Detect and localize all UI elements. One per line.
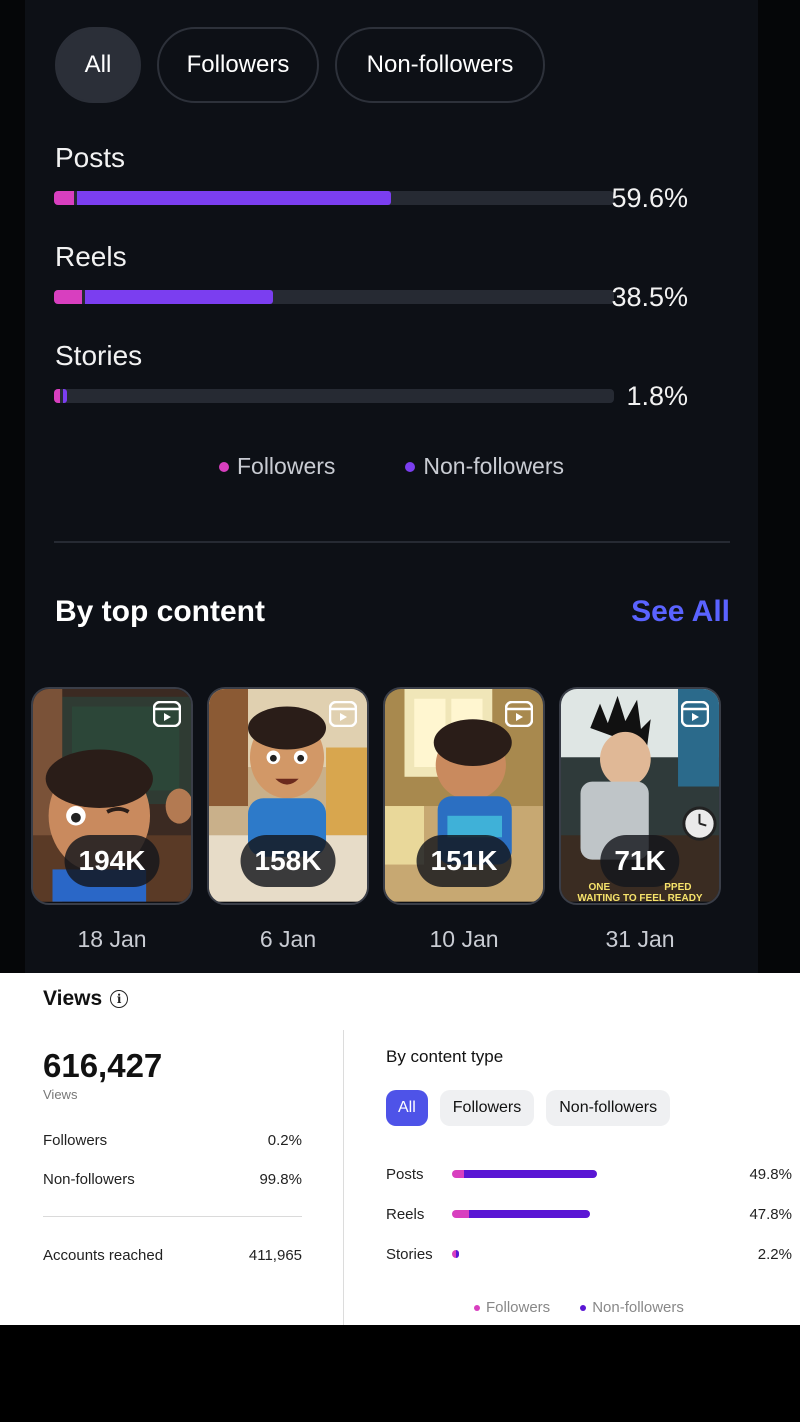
bar-posts-followers xyxy=(54,191,74,205)
top-content-item[interactable]: 151K xyxy=(383,687,545,905)
bar-stories xyxy=(54,389,614,403)
accounts-reached-label: Accounts reached xyxy=(43,1247,164,1264)
tab-all[interactable]: All xyxy=(386,1090,428,1126)
breakdown-label: Non-followers xyxy=(43,1171,135,1188)
legend-non-followers: Non-followers xyxy=(405,453,564,480)
non-followers-dot-icon xyxy=(580,1304,587,1311)
content-type-percent-posts: 49.8% xyxy=(749,1166,792,1183)
tab-non-followers[interactable]: Non-followers xyxy=(546,1090,671,1126)
content-date: 6 Jan xyxy=(259,926,317,952)
content-type-percent-stories: 2.2% xyxy=(757,1246,792,1263)
content-type-filter-tabs: All Followers Non-followers xyxy=(386,1090,671,1126)
content-type-label-reels: Reels xyxy=(386,1206,425,1223)
bar-posts-non-followers xyxy=(77,191,391,205)
top-content-item[interactable]: 194K xyxy=(31,687,193,905)
views-badge: 194K xyxy=(64,835,160,887)
tab-followers[interactable]: Followers xyxy=(157,27,319,103)
legend-followers: Followers xyxy=(474,1299,550,1316)
content-date: 31 Jan xyxy=(605,926,675,952)
top-content-dates: 18 Jan 6 Jan 10 Jan 31 Jan xyxy=(31,926,721,953)
reel-icon xyxy=(505,701,533,727)
section-title: By top content xyxy=(55,595,265,628)
non-followers-dot-icon xyxy=(405,461,416,472)
thumbnail-caption-line-2: WAITING TO FEEL READY xyxy=(577,893,703,904)
ct-bar-posts-non-followers xyxy=(464,1170,597,1178)
divider xyxy=(43,1216,302,1217)
metric-percent-posts: 59.6% xyxy=(611,183,688,213)
top-content-item[interactable]: 158K xyxy=(207,687,369,905)
see-all-link[interactable]: See All xyxy=(631,595,730,629)
legend-non-followers-label: Non-followers xyxy=(592,1299,684,1316)
accounts-reached-row: Accounts reached 411,965 xyxy=(43,1247,302,1264)
content-date: 10 Jan xyxy=(429,926,499,952)
breakdown-label: Followers xyxy=(43,1132,108,1149)
ct-bar-reels-followers xyxy=(452,1210,469,1218)
by-content-type-title: By content type xyxy=(386,1047,504,1066)
reel-icon xyxy=(681,701,709,727)
info-icon[interactable]: i xyxy=(110,990,129,1008)
content-date: 18 Jan xyxy=(77,926,147,952)
breakdown-row-followers: Followers 0.2% xyxy=(43,1132,302,1149)
views-summary-panel: Views i 616,427 Views Followers 0.2% Non… xyxy=(0,973,800,1325)
bar-reels xyxy=(54,290,614,304)
views-badge: 151K xyxy=(416,835,512,887)
thumbnail-caption-line-1: ONE ⠀⠀⠀⠀⠀⠀⠀PPED xyxy=(588,882,692,893)
views-badge: 158K xyxy=(240,835,336,887)
top-content-item[interactable]: 71K ONE ⠀⠀⠀⠀⠀⠀⠀PPED WAITING TO FEEL READ… xyxy=(559,687,721,905)
accounts-reached-value: 411,965 xyxy=(248,1247,302,1264)
ct-bar-stories-non-followers xyxy=(456,1250,459,1258)
thumbnail-caption: ONE ⠀⠀⠀⠀⠀⠀⠀PPED WAITING TO FEEL READY xyxy=(561,882,719,904)
legend-followers-label: Followers xyxy=(236,453,336,479)
legend-non-followers: Non-followers xyxy=(580,1299,684,1316)
legend-non-followers-label: Non-followers xyxy=(423,453,565,479)
breakdown-value: 0.2% xyxy=(267,1132,302,1149)
views-heading: Views i xyxy=(43,987,129,1011)
metric-percent-reels: 38.5% xyxy=(611,282,688,312)
reel-icon xyxy=(153,701,181,727)
ct-bar-posts-followers xyxy=(452,1170,464,1178)
bar-stories-non-followers xyxy=(63,389,67,403)
views-badge: 71K xyxy=(600,835,680,887)
bar-posts xyxy=(54,191,614,205)
top-insights-panel: All Followers Non-followers Posts 59.6% … xyxy=(0,0,800,973)
reel-icon xyxy=(329,701,357,727)
tab-followers[interactable]: Followers xyxy=(439,1090,535,1126)
metric-label-reels: Reels xyxy=(55,241,127,272)
metric-label-stories: Stories xyxy=(55,340,143,371)
tab-all[interactable]: All xyxy=(55,27,141,103)
breakdown-row-non-followers: Non-followers 99.8% xyxy=(43,1171,302,1188)
divider xyxy=(54,541,730,543)
followers-dot-icon xyxy=(474,1304,480,1311)
bar-reels-non-followers xyxy=(85,290,273,304)
legend: Followers Non-followers xyxy=(474,1299,684,1316)
views-title: Views xyxy=(43,987,103,1010)
total-views-label: Views xyxy=(43,1087,78,1102)
metric-percent-stories: 1.8% xyxy=(626,381,688,411)
column-divider xyxy=(343,1030,344,1325)
followers-dot-icon xyxy=(218,461,229,472)
bar-stories-followers xyxy=(54,389,60,403)
ct-bar-reels-non-followers xyxy=(469,1210,590,1218)
top-content-list: 194K 158K 151K 71K ONE ⠀⠀⠀⠀⠀⠀⠀PPED WAITI… xyxy=(31,687,721,905)
legend-followers-label: Followers xyxy=(486,1299,551,1316)
breakdown-value: 99.8% xyxy=(259,1171,302,1188)
content-type-percent-reels: 47.8% xyxy=(749,1206,792,1223)
bar-reels-followers xyxy=(54,290,82,304)
legend: Followers Non-followers xyxy=(25,453,758,480)
metric-label-posts: Posts xyxy=(55,142,126,173)
content-type-label-stories: Stories xyxy=(386,1246,433,1263)
content-type-label-posts: Posts xyxy=(386,1166,424,1183)
legend-followers: Followers xyxy=(218,453,336,480)
audience-filter-tabs: All Followers Non-followers xyxy=(55,27,545,103)
total-views: 616,427 xyxy=(43,1047,163,1084)
tab-non-followers[interactable]: Non-followers xyxy=(335,27,545,103)
